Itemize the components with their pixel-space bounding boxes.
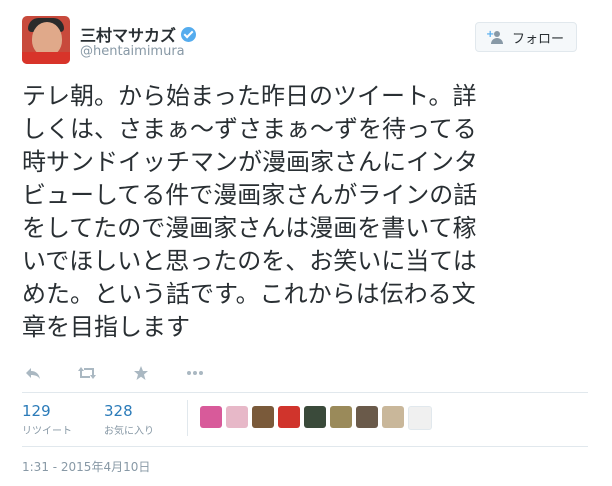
tweet-line: をしてたので漫画家さんは漫画を書いて稼 (22, 214, 477, 242)
favoriter-avatar[interactable] (226, 406, 248, 428)
favoriter-avatar[interactable] (356, 406, 378, 428)
display-name[interactable]: 三村マサカズ (80, 22, 197, 46)
favorite-stat[interactable]: 328 お気に入り (104, 402, 154, 437)
tweet-line: 章を目指します (22, 313, 190, 341)
follow-user-icon: + (486, 30, 506, 44)
tweet-actions (22, 364, 206, 382)
retweet-label: リツイート (22, 426, 72, 437)
retweet-stat[interactable]: 129 リツイート (22, 402, 72, 437)
retweet-icon[interactable] (76, 364, 98, 382)
display-name-text[interactable]: 三村マサカズ (80, 22, 176, 46)
tweet-line: いでほしいと思ったのを、お笑いに当ては (22, 247, 477, 275)
timestamp[interactable]: 1:31 - 2015年4月10日 (22, 458, 150, 475)
favoriter-avatars (200, 406, 432, 430)
favoriter-avatar[interactable] (408, 406, 432, 430)
tweet-line: しくは、さまぁ～ずさまぁ～ずを待ってる (22, 115, 477, 143)
tweet-line: 時サンドイッチマンが漫画家さんにインタ (22, 148, 478, 176)
star-icon[interactable] (130, 364, 152, 382)
divider (22, 392, 588, 393)
avatar-face (32, 22, 62, 56)
retweet-count: 129 (22, 402, 51, 420)
favoriter-avatar[interactable] (278, 406, 300, 428)
tweet-line: テレ朝。から始まった昨日のツイート。詳 (22, 82, 477, 110)
username[interactable]: @hentaimimura (80, 44, 185, 59)
favoriter-avatar[interactable] (382, 406, 404, 428)
avatar-shirt (22, 52, 70, 64)
tweet-line: めた。という話です。これからは伝わる文 (22, 280, 476, 308)
reply-icon[interactable] (22, 364, 44, 382)
favoriter-avatar[interactable] (330, 406, 352, 428)
favorite-label: お気に入り (104, 426, 154, 437)
follow-button-label: フォロー (511, 31, 564, 47)
favoriter-avatar[interactable] (252, 406, 274, 428)
favorite-count: 328 (104, 402, 133, 420)
divider (22, 446, 588, 447)
tweet-line: ビューしてる件で漫画家さんがラインの話 (22, 181, 478, 209)
more-dots-icon[interactable] (184, 364, 206, 382)
favoriter-avatar[interactable] (200, 406, 222, 428)
follow-button[interactable]: + フォロー (475, 22, 577, 52)
verified-badge-icon (181, 26, 197, 42)
avatar[interactable] (22, 16, 70, 64)
favoriter-avatar[interactable] (304, 406, 326, 428)
tweet-text: テレ朝。から始まった昨日のツイート。詳 しくは、さまぁ～ずさまぁ～ずを待ってる … (22, 80, 588, 344)
stat-separator (187, 400, 188, 436)
